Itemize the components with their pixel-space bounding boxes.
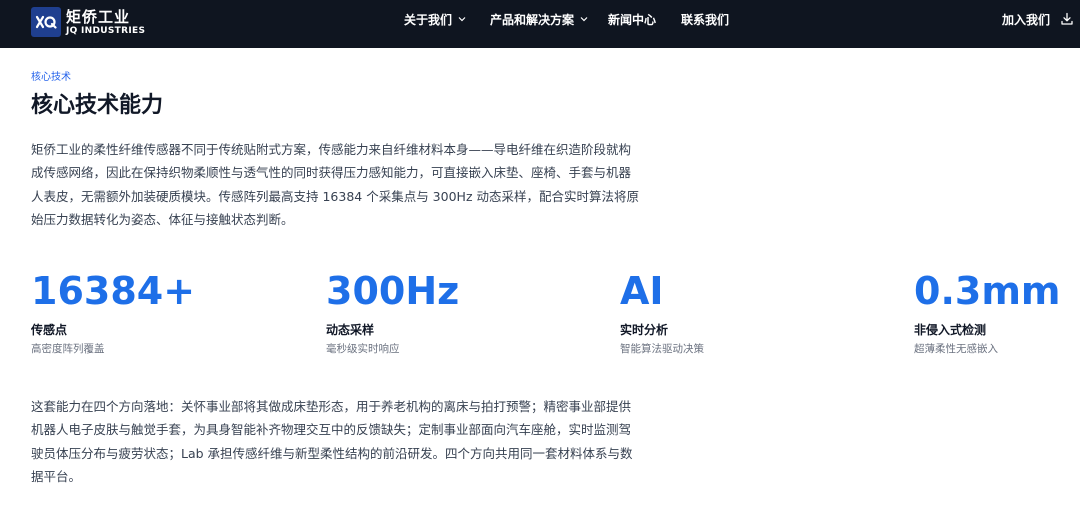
brand-logo[interactable]: 矩侨工业 JQ INDUSTRIES xyxy=(31,5,145,39)
stat-value: 300Hz xyxy=(326,269,460,313)
page-title: 核心技术能力 xyxy=(31,93,164,118)
stat-label: 动态采样 xyxy=(326,323,375,337)
stat-label: 非侵入式检测 xyxy=(914,323,987,337)
stat-sensor-points: 16384+ 传感点 高密度阵列覆盖 xyxy=(31,268,291,356)
chevron-down-icon xyxy=(458,17,466,22)
stat-description: 智能算法驱动决策 xyxy=(620,343,704,355)
nav-item-products[interactable]: 产品和解决方案 xyxy=(490,0,588,38)
nav-item-label: 联系我们 xyxy=(681,12,730,27)
logo-mark-icon xyxy=(31,7,61,37)
stat-label: 传感点 xyxy=(31,323,68,337)
nav-item-contact[interactable]: 联系我们 xyxy=(681,0,729,38)
nav-item-join[interactable]: 加入我们 xyxy=(1002,0,1050,38)
intro-paragraph: 矩侨工业的柔性纤维传感器不同于传统贴附式方案，传感能力来自纤维材料本身——导电纤… xyxy=(31,142,639,228)
stat-value: 0.3mm xyxy=(914,269,1061,313)
nav-item-label: 加入我们 xyxy=(1002,12,1051,27)
stat-description: 高密度阵列覆盖 xyxy=(31,343,105,355)
stat-description: 毫秒级实时响应 xyxy=(326,343,400,355)
applications-paragraph: 这套能力在四个方向落地：关怀事业部将其做成床垫形态，用于养老机构的离床与拍打预警… xyxy=(31,399,633,485)
download-icon[interactable] xyxy=(1060,12,1074,26)
stat-thickness: 0.3mm 非侵入式检测 超薄柔性无感嵌入 xyxy=(914,268,1080,356)
section-eyebrow: 核心技术 xyxy=(31,72,71,83)
nav-item-about[interactable]: 关于我们 xyxy=(404,0,466,38)
chevron-down-icon xyxy=(580,17,588,22)
nav-item-label: 新闻中心 xyxy=(608,12,657,27)
stat-value: 16384+ xyxy=(31,269,196,313)
logo-name-en: JQ INDUSTRIES xyxy=(66,25,146,36)
logo-wordmark: 矩侨工业 JQ INDUSTRIES xyxy=(66,8,145,37)
stat-value: AI xyxy=(620,269,664,313)
stat-description: 超薄柔性无感嵌入 xyxy=(914,343,998,355)
stat-sampling-rate: 300Hz 动态采样 毫秒级实时响应 xyxy=(326,268,586,356)
top-navbar: 矩侨工业 JQ INDUSTRIES 关于我们 产品和解决方案 新闻中心 联系我… xyxy=(0,0,1080,48)
nav-item-news[interactable]: 新闻中心 xyxy=(608,0,656,38)
stat-ai-analysis: AI 实时分析 智能算法驱动决策 xyxy=(620,268,880,356)
nav-item-label: 产品和解决方案 xyxy=(490,12,575,27)
stat-label: 实时分析 xyxy=(620,323,669,337)
nav-item-label: 关于我们 xyxy=(404,12,453,27)
logo-name-cn: 矩侨工业 xyxy=(66,7,131,26)
